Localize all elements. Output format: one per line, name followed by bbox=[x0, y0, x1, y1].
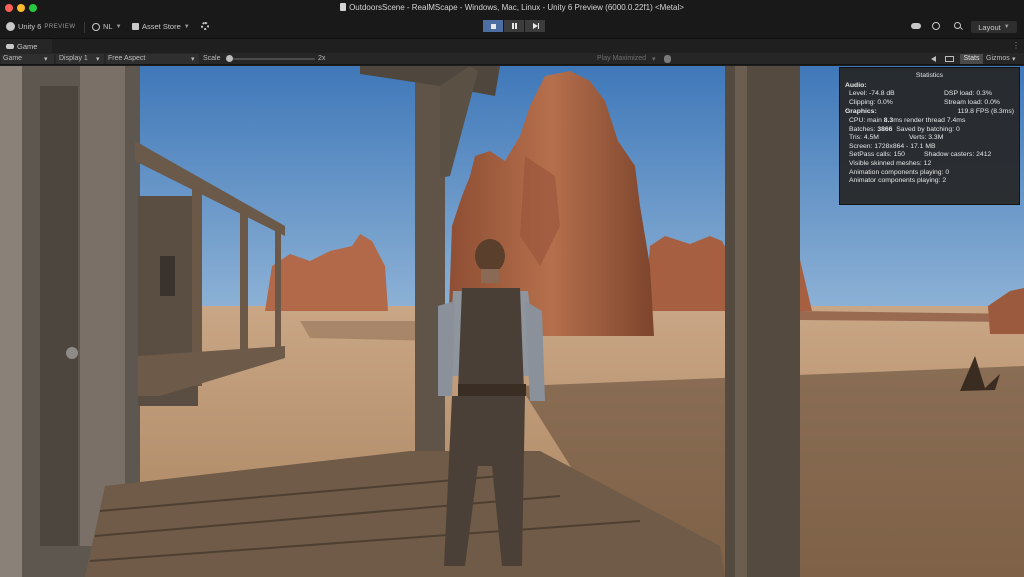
audio-row-2: Clipping: 0.0% Stream load: 0.0% bbox=[845, 99, 1014, 108]
door-knob bbox=[66, 347, 78, 359]
setpass-calls: SetPass calls: 150 bbox=[849, 151, 905, 159]
building-siding bbox=[0, 66, 22, 577]
stats-toggle[interactable]: Stats bbox=[960, 54, 983, 64]
account-dropdown[interactable]: NL ▼ bbox=[92, 22, 122, 31]
account-label: NL bbox=[103, 22, 113, 31]
unity-logo-icon bbox=[6, 22, 15, 31]
character-neck bbox=[481, 269, 499, 283]
more-options-icon[interactable]: ⋮ bbox=[1012, 41, 1020, 50]
chevron-down-icon: ▾ bbox=[44, 56, 48, 63]
tab-game[interactable]: Game bbox=[0, 39, 52, 53]
tab-game-label: Game bbox=[17, 41, 38, 51]
pillar-highlight bbox=[735, 66, 747, 577]
gizmos-dropdown[interactable]: Gizmos bbox=[986, 55, 1010, 62]
chevron-down-icon: ▾ bbox=[1012, 56, 1016, 63]
preview-tag: PREVIEW bbox=[44, 23, 76, 30]
tris-count: Tris: 4.5M bbox=[849, 134, 879, 142]
step-button[interactable] bbox=[525, 20, 545, 32]
character-belt bbox=[458, 384, 526, 396]
display-mode-label: Game bbox=[3, 55, 23, 62]
character-head bbox=[475, 239, 505, 273]
pause-button[interactable] bbox=[504, 20, 524, 32]
audio-level: Level: -74.8 dB bbox=[849, 90, 895, 98]
scale-slider-track[interactable] bbox=[229, 58, 315, 60]
batches-row: Batches: 3866 Saved by batching: 0 bbox=[845, 126, 1014, 135]
batches-label: Batches: bbox=[849, 125, 878, 133]
aspect-label: Free Aspect bbox=[108, 55, 146, 62]
toolbar-divider bbox=[84, 22, 85, 33]
product-name: Unity 6 bbox=[18, 22, 42, 31]
chevron-down-icon: ▼ bbox=[183, 23, 190, 30]
fps-value: 119.8 FPS (8.3ms) bbox=[957, 108, 1014, 116]
stop-icon bbox=[490, 23, 496, 29]
scale-slider-handle[interactable] bbox=[226, 55, 233, 62]
statistics-title: Statistics bbox=[915, 72, 944, 79]
history-icon[interactable] bbox=[932, 22, 940, 30]
mute-audio-icon[interactable] bbox=[931, 56, 936, 62]
statistics-panel: Statistics Audio: Level: -74.8 dB DSP lo… bbox=[839, 67, 1020, 205]
display-label: Display 1 bbox=[59, 55, 88, 62]
cpu-label: CPU: main bbox=[849, 116, 884, 124]
saved-by-batching: Saved by batching: 0 bbox=[896, 125, 960, 133]
shadow-casters: Shadow casters: 2412 bbox=[924, 151, 992, 159]
shack-window bbox=[160, 256, 175, 296]
chevron-down-icon: ▾ bbox=[191, 56, 195, 63]
search-icon[interactable] bbox=[954, 22, 961, 29]
character-vest bbox=[458, 288, 524, 391]
version-control-icon bbox=[201, 22, 209, 30]
scale-label: Scale bbox=[203, 55, 221, 62]
door bbox=[40, 86, 78, 546]
chevron-down-icon: ▾ bbox=[96, 56, 100, 63]
bug-icon[interactable] bbox=[664, 55, 671, 63]
playmode-controls bbox=[483, 20, 545, 32]
play-mode-dropdown[interactable]: Play Maximized bbox=[597, 55, 646, 62]
asset-store-label: Asset Store bbox=[142, 22, 181, 31]
screen-info: Screen: 1728x864 - 17.1 MB bbox=[849, 142, 936, 150]
user-icon bbox=[92, 22, 100, 31]
layout-label: Layout bbox=[978, 22, 1001, 32]
layout-dropdown[interactable]: Layout ▼ bbox=[971, 21, 1017, 33]
porch-post bbox=[275, 224, 281, 354]
animator-components: Animator components playing: 2 bbox=[849, 177, 947, 185]
audio-section-label: Audio: bbox=[845, 81, 867, 89]
chevron-down-icon: ▼ bbox=[1003, 24, 1010, 30]
porch-post bbox=[240, 206, 248, 366]
audio-row-1: Level: -74.8 dB DSP load: 0.3% bbox=[845, 90, 1014, 99]
animation-components: Animation components playing: 0 bbox=[849, 168, 950, 176]
tris-row: Tris: 4.5M Verts: 3.3M bbox=[845, 134, 1014, 143]
setpass-row: SetPass calls: 150 Shadow casters: 2412 bbox=[845, 151, 1014, 160]
dsp-load: DSP load: 0.3% bbox=[944, 90, 992, 98]
cpu-main-value: 8.3 bbox=[883, 116, 894, 124]
chevron-down-icon: ▼ bbox=[115, 23, 122, 30]
scale-value: 2x bbox=[318, 55, 326, 62]
cpu-render-thread: ms render thread 7.4ms bbox=[893, 116, 966, 124]
cloud-icon[interactable] bbox=[911, 23, 921, 29]
stream-load: Stream load: 0.0% bbox=[944, 98, 1000, 106]
pause-icon bbox=[511, 23, 517, 29]
shopping-bag-icon bbox=[132, 23, 139, 30]
visible-skinned-meshes: Visible skinned meshes: 12 bbox=[849, 159, 932, 167]
cpu-row: CPU: main 8.3ms render thread 7.4ms bbox=[845, 117, 1014, 126]
game-view-toolbar: Game ▾ Display 1 ▾ Free Aspect ▾ Scale 2… bbox=[0, 53, 1024, 65]
verts-count: Verts: 3.3M bbox=[909, 134, 944, 142]
unity-account-menu[interactable]: Unity 6 PREVIEW bbox=[6, 22, 76, 31]
asset-store-dropdown[interactable]: Asset Store ▼ bbox=[132, 22, 190, 31]
batches-value: 3866 bbox=[877, 125, 893, 133]
tab-bar: Game ⋮ bbox=[0, 39, 1024, 53]
window-title: OutdoorsScene - RealMScape - Windows, Ma… bbox=[0, 3, 1024, 12]
gamepad-icon bbox=[6, 43, 14, 49]
audio-clipping: Clipping: 0.0% bbox=[849, 98, 893, 106]
door-frame bbox=[80, 66, 125, 546]
document-icon bbox=[340, 3, 347, 11]
step-icon bbox=[532, 23, 539, 29]
vsync-icon[interactable] bbox=[945, 56, 954, 62]
chevron-down-icon: ▾ bbox=[652, 56, 656, 63]
stop-button[interactable] bbox=[483, 20, 503, 32]
version-control-button[interactable] bbox=[201, 22, 209, 30]
window-title-bar: OutdoorsScene - RealMScape - Windows, Ma… bbox=[0, 0, 1024, 16]
